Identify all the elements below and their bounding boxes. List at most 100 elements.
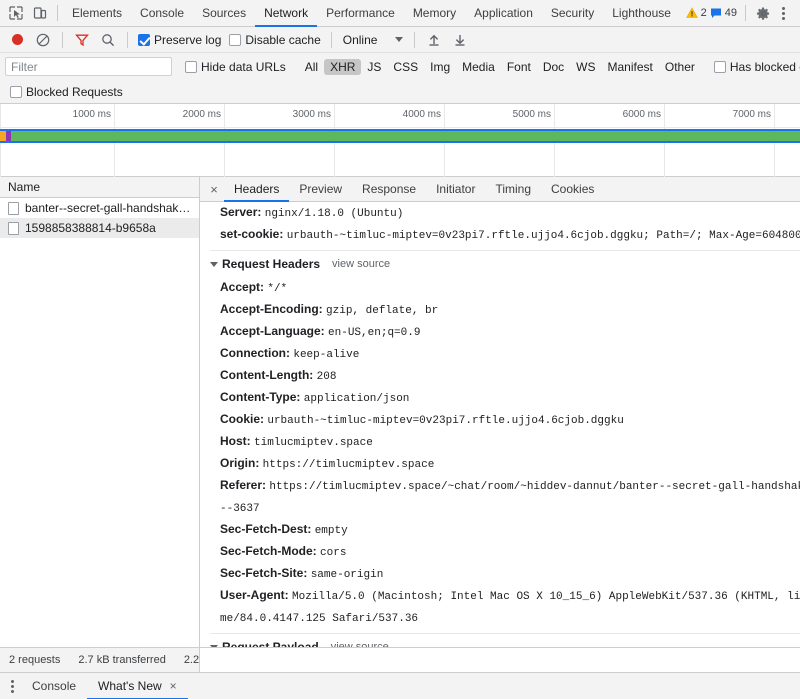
request-row-1[interactable]: 1598858388814-b9658a	[0, 218, 199, 238]
header-value: Mozilla/5.0 (Macintosh; Intel Mac OS X 1…	[292, 591, 800, 603]
tab-lighthouse[interactable]: Lighthouse	[603, 0, 680, 27]
filter-type-js[interactable]: JS	[361, 59, 387, 75]
header-value: nginx/1.18.0 (Ubuntu)	[264, 208, 404, 220]
disable-cache-checkbox[interactable]: Disable cache	[226, 33, 323, 47]
header-value: urbauth-~timluc-miptev=0v23pi7.rftle.ujj…	[267, 415, 624, 427]
filter-type-font[interactable]: Font	[501, 59, 537, 75]
header-key: Accept-Language:	[220, 324, 325, 338]
detail-tab-timing[interactable]: Timing	[485, 177, 541, 202]
gear-icon[interactable]	[751, 2, 775, 24]
tab-security[interactable]: Security	[542, 0, 603, 27]
filter-toggle-button[interactable]	[70, 29, 94, 51]
more-options-icon[interactable]	[775, 6, 792, 20]
detail-tab-initiator[interactable]: Initiator	[426, 177, 485, 202]
tab-elements[interactable]: Elements	[63, 0, 131, 27]
tab-console[interactable]: Console	[131, 0, 193, 27]
message-badge[interactable]: 49	[710, 7, 737, 19]
filter-type-doc[interactable]: Doc	[537, 59, 570, 75]
triangle-down-icon[interactable]	[210, 261, 218, 267]
preserve-log-checkbox[interactable]: Preserve log	[135, 33, 224, 47]
hide-data-urls-checkbox[interactable]: Hide data URLs	[182, 60, 289, 74]
request-header-sec-fetch-mode: Sec-Fetch-Mode: cors	[210, 541, 800, 563]
close-detail-icon[interactable]: ×	[204, 177, 224, 201]
header-key: Connection:	[220, 346, 290, 360]
request-payload-section-header[interactable]: Request Payload view source	[210, 633, 800, 647]
toolbar-right-cluster: 2 49	[685, 2, 796, 24]
filter-type-xhr[interactable]: XHR	[324, 58, 362, 75]
header-key: User-Agent:	[220, 588, 289, 602]
filter-type-media[interactable]: Media	[456, 59, 501, 75]
status-summary: 2 requests 2.7 kB transferred 2.2	[0, 648, 200, 672]
view-source-link-headers[interactable]: view source	[332, 253, 390, 275]
filter-input[interactable]	[5, 57, 172, 76]
request-payload-title: Request Payload	[222, 640, 319, 647]
request-name-0: banter--secret-gall-handshake-n…	[25, 201, 195, 215]
search-button[interactable]	[96, 29, 120, 51]
network-overview[interactable]: 1000 ms 2000 ms 3000 ms 4000 ms 5000 ms …	[0, 104, 800, 177]
record-button[interactable]	[5, 29, 29, 51]
blocked-requests-checkbox[interactable]: Blocked Requests	[10, 85, 123, 99]
filter-type-css[interactable]: CSS	[387, 59, 424, 75]
header-key: Accept:	[220, 280, 265, 294]
detail-tab-headers[interactable]: Headers	[224, 177, 289, 202]
request-header-origin: Origin: https://timlucmiptev.space	[210, 453, 800, 475]
request-header-host: Host: timlucmiptev.space	[210, 431, 800, 453]
tab-performance[interactable]: Performance	[317, 0, 404, 27]
view-source-link-payload[interactable]: view source	[331, 636, 389, 647]
clear-button[interactable]	[31, 29, 55, 51]
detail-tab-preview[interactable]: Preview	[289, 177, 352, 202]
triangle-down-icon[interactable]	[210, 644, 218, 647]
hide-data-urls-box-icon	[185, 60, 197, 73]
overview-tick-5: 5000 ms	[512, 109, 551, 120]
header-key: Origin:	[220, 456, 260, 470]
resource-type-filters: All XHR JS CSS Img Media Font Doc WS Man…	[299, 58, 701, 75]
header-value: keep-alive	[293, 349, 360, 361]
detail-tab-cookies[interactable]: Cookies	[541, 177, 604, 202]
overview-tick-7: 7000 ms	[732, 109, 771, 120]
filter-type-ws[interactable]: WS	[570, 59, 601, 75]
drawer-menu-icon[interactable]	[4, 679, 21, 693]
request-headers-section-header[interactable]: Request Headers view source	[210, 250, 800, 277]
response-header-set-cookie: set-cookie: urbauth-~timluc-miptev=0v23p…	[210, 224, 800, 246]
tab-network[interactable]: Network	[255, 0, 317, 27]
filter-type-manifest[interactable]: Manifest	[602, 59, 659, 75]
device-toolbar-icon[interactable]	[28, 2, 52, 24]
header-key: Sec-Fetch-Mode:	[220, 544, 317, 558]
header-value: same-origin	[310, 569, 384, 581]
overview-ruler: 1000 ms 2000 ms 3000 ms 4000 ms 5000 ms …	[0, 104, 800, 177]
request-header-user-agent: User-Agent: Mozilla/5.0 (Macintosh; Inte…	[210, 585, 800, 607]
has-blocked-cookies-checkbox[interactable]: Has blocked cookies	[711, 60, 800, 74]
filter-type-img[interactable]: Img	[424, 59, 456, 75]
header-key: Referer:	[220, 478, 267, 492]
throttling-dropdown[interactable]: Online	[339, 33, 408, 47]
request-list-header-name[interactable]: Name	[0, 177, 199, 198]
request-header-sec-fetch-dest: Sec-Fetch-Dest: empty	[210, 519, 800, 541]
netbar-divider-2	[127, 31, 128, 48]
devtools-main-toolbar: Elements Console Sources Network Perform…	[0, 0, 800, 27]
record-dot-icon	[11, 34, 23, 45]
filter-type-all[interactable]: All	[299, 59, 324, 75]
import-har-button[interactable]	[422, 29, 446, 51]
header-key: Sec-Fetch-Site:	[220, 566, 308, 580]
overview-tick-3: 3000 ms	[292, 109, 331, 120]
request-row-0[interactable]: banter--secret-gall-handshake-n…	[0, 198, 199, 218]
drawer-tab-whats-new[interactable]: What's New ×	[87, 673, 188, 699]
header-key: Host:	[220, 434, 251, 448]
filter-type-other[interactable]: Other	[659, 59, 701, 75]
header-value: en-US,en;q=0.9	[328, 327, 421, 339]
tab-application[interactable]: Application	[465, 0, 542, 27]
drawer-tab-console[interactable]: Console	[21, 673, 87, 699]
toolbar-divider	[57, 5, 58, 21]
warning-badge[interactable]: 2	[685, 7, 707, 19]
tab-memory[interactable]: Memory	[404, 0, 465, 27]
export-har-button[interactable]	[448, 29, 472, 51]
close-whats-new-icon[interactable]: ×	[170, 673, 177, 699]
disable-cache-box-icon	[229, 33, 242, 46]
header-value: urbauth-~timluc-miptev=0v23pi7.rftle.ujj…	[286, 230, 800, 242]
search-icon	[102, 33, 115, 46]
tab-sources[interactable]: Sources	[193, 0, 255, 27]
inspect-element-icon[interactable]	[4, 2, 28, 24]
detail-tab-response[interactable]: Response	[352, 177, 426, 202]
overview-line-bottom	[0, 141, 800, 143]
request-header-user-agent-cont: me/84.0.4147.125 Safari/537.36	[210, 607, 800, 629]
